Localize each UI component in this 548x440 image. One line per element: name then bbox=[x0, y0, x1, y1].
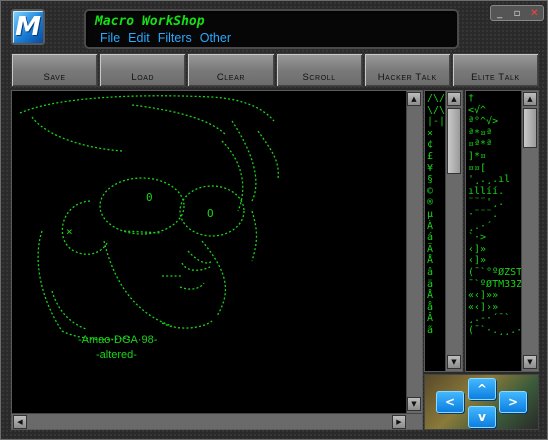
char-list-item[interactable]: ¤¤[ bbox=[468, 163, 528, 175]
char-list-item[interactable]: ª°^√> bbox=[468, 116, 528, 128]
app-logo: M bbox=[11, 9, 45, 45]
app-window: M Macro WorkShop File Edit Filters Other… bbox=[0, 0, 548, 440]
char-list-item[interactable]: «‹]›» bbox=[468, 302, 528, 314]
list2-scroll-down-icon[interactable]: ▼ bbox=[523, 355, 537, 369]
char-list-item[interactable]: ‹]» bbox=[468, 244, 528, 256]
menu-file[interactable]: File bbox=[100, 31, 120, 45]
list2-scroll-up-icon[interactable]: ▲ bbox=[523, 92, 537, 106]
close-button[interactable]: ✕ bbox=[526, 6, 543, 20]
title-panel: Macro WorkShop File Edit Filters Other bbox=[84, 9, 459, 49]
char-list-item[interactable]: ¨¨¨'¸. bbox=[468, 197, 528, 209]
navigation-pad: ^ < > v bbox=[424, 374, 539, 430]
hacker-talk-button[interactable]: Hacker Talk bbox=[363, 53, 451, 87]
editor-vertical-scrollbar[interactable]: ▲ ▼ bbox=[406, 91, 422, 413]
nav-down-button[interactable]: v bbox=[468, 406, 496, 428]
character-list-1[interactable]: /\/\ \/\/|-| × ¢ £ ¥ § © ® µ Àá Ä Åâ ä Åå Âã ▲ ▼ bbox=[424, 90, 463, 372]
char-list-item[interactable]: ‹]» bbox=[468, 255, 528, 267]
char-list-item[interactable]: «‹]»» bbox=[468, 290, 528, 302]
char-list-item[interactable]: ¸.-·´¯` bbox=[468, 313, 528, 325]
menu-other[interactable]: Other bbox=[200, 31, 231, 45]
list1-scroll-down-icon[interactable]: ▼ bbox=[447, 355, 461, 369]
art-caption-2: -altered- bbox=[96, 349, 137, 361]
char-list-item[interactable]: '¸.¸.ıl bbox=[468, 174, 528, 186]
char-list-item[interactable]: <√^ bbox=[468, 105, 528, 117]
char-list-item[interactable]: ¤ª*ª bbox=[468, 139, 528, 151]
char-list-item[interactable]: ¸.·´ bbox=[468, 221, 528, 233]
character-list-2-items: † <√^ ª°^√> ª*¤ª ¤ª*ª]*¤ ¤¤['¸.¸.ıl ıllíí. ¨¨¨'… bbox=[468, 93, 528, 336]
char-list-item[interactable]: ıllíí. bbox=[468, 186, 528, 198]
art-eye-right: O bbox=[207, 207, 214, 220]
app-title: Macro WorkShop bbox=[95, 14, 205, 29]
nav-left-button[interactable]: < bbox=[436, 391, 464, 413]
char-list-item[interactable]: ·¨¨¨. bbox=[468, 209, 528, 221]
character-list-2[interactable]: † <√^ ª°^√> ª*¤ª ¤ª*ª]*¤ ¤¤['¸.¸.ıl ıllíí. ¨¨¨'… bbox=[465, 90, 539, 372]
char-list-item[interactable]: † bbox=[468, 93, 528, 105]
char-list-item[interactable]: (¯`°ºØZSTM bbox=[468, 267, 528, 279]
toolbar: Save Load Clear Scroll Hacker Talk Elite… bbox=[11, 53, 540, 87]
art-caption-1: -Amao·DGA·98- bbox=[78, 334, 158, 346]
list1-scrollbar[interactable]: ▲ ▼ bbox=[445, 91, 462, 371]
minimize-button[interactable]: _ bbox=[491, 6, 508, 20]
scroll-right-icon[interactable]: ▶ bbox=[392, 415, 406, 429]
list2-scrollbar[interactable]: ▲ ▼ bbox=[521, 91, 538, 371]
list1-scroll-up-icon[interactable]: ▲ bbox=[447, 92, 461, 106]
char-list-item[interactable]: ª*¤ª bbox=[468, 128, 528, 140]
clear-button[interactable]: Clear bbox=[187, 53, 275, 87]
menu-edit[interactable]: Edit bbox=[128, 31, 150, 45]
scroll-left-icon[interactable]: ◀ bbox=[13, 415, 27, 429]
macro-text-area[interactable]: 0 O × -Amao·DGA·98- -altered- ▲ ▼ ◀ ▶ bbox=[11, 90, 423, 430]
char-list-item[interactable]: (¯`·.¸¸.·´ bbox=[468, 325, 528, 337]
menu-bar: File Edit Filters Other bbox=[100, 31, 231, 45]
list1-scroll-thumb[interactable] bbox=[447, 108, 461, 174]
char-list-item[interactable]: `·> bbox=[468, 232, 528, 244]
logo-letter: M bbox=[15, 12, 41, 42]
menu-filters[interactable]: Filters bbox=[158, 31, 192, 45]
scroll-up-icon[interactable]: ▲ bbox=[407, 92, 421, 106]
elite-talk-button[interactable]: Elite Talk bbox=[451, 53, 540, 87]
char-list-item[interactable]: ]*¤ bbox=[468, 151, 528, 163]
list2-scroll-thumb[interactable] bbox=[523, 108, 537, 148]
editor-horizontal-scrollbar[interactable]: ◀ ▶ bbox=[12, 413, 422, 429]
art-ear-mark: × bbox=[66, 225, 73, 238]
nav-up-button[interactable]: ^ bbox=[468, 378, 496, 400]
save-button[interactable]: Save bbox=[11, 53, 99, 87]
scroll-down-icon[interactable]: ▼ bbox=[407, 397, 421, 411]
load-button[interactable]: Load bbox=[99, 53, 187, 87]
nav-right-button[interactable]: > bbox=[499, 391, 527, 413]
window-controls: _ ▫ ✕ bbox=[490, 5, 544, 21]
char-list-item[interactable]: ¯`ºØTM33Zº bbox=[468, 279, 528, 291]
art-eye-left: 0 bbox=[146, 191, 153, 204]
maximize-button[interactable]: ▫ bbox=[508, 6, 525, 20]
ascii-art: 0 O × bbox=[19, 95, 279, 341]
scroll-button[interactable]: Scroll bbox=[275, 53, 363, 87]
